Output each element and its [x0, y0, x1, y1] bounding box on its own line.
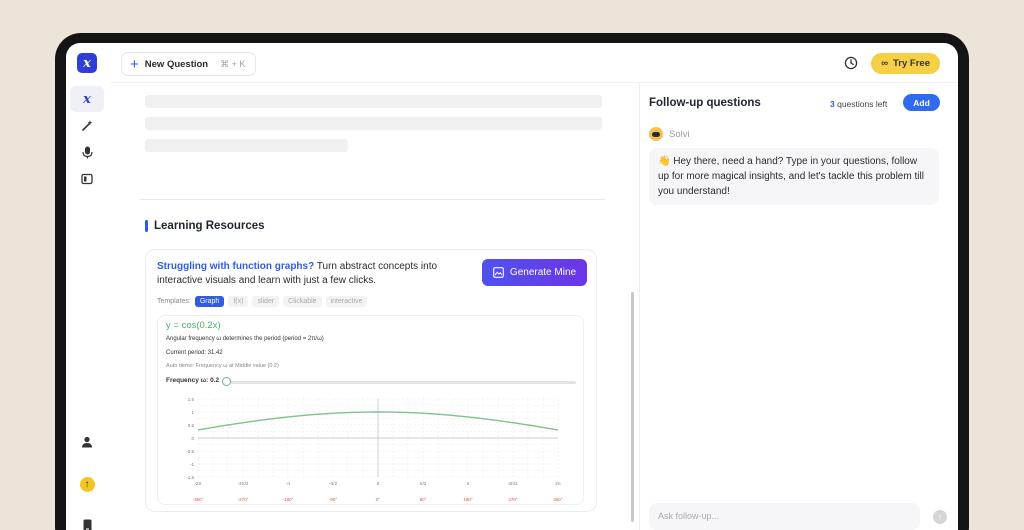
x-tick-label: -π/2	[329, 481, 338, 486]
infinity-icon: ∞	[881, 58, 889, 69]
frequency-slider-handle[interactable]	[222, 377, 231, 386]
try-free-button[interactable]: ∞ Try Free	[871, 53, 940, 74]
questions-left: 3 questions left	[830, 99, 887, 109]
x-degree-label: -360°	[193, 497, 204, 502]
scrollbar[interactable]	[631, 292, 634, 522]
templates-label: Templates:	[157, 298, 191, 305]
x-degree-label: 360°	[553, 497, 563, 502]
x-degree-label: -90°	[329, 497, 338, 502]
y-tick-label: 1.5	[188, 397, 195, 402]
main-content: Learning Resources Struggling with funct…	[110, 83, 638, 530]
assistant-message: 👋 Hey there, need a hand? Type in your q…	[649, 148, 939, 205]
x-tick-label: -2π	[194, 481, 201, 486]
x-tick-label: 2π	[555, 481, 561, 486]
card-description: Struggling with function graphs? Turn ab…	[157, 260, 467, 288]
templates-row: Templates: Graph f(x) slider Clickable inter…	[157, 296, 368, 307]
divider	[140, 199, 605, 200]
template-chip-0[interactable]: Graph	[194, 296, 225, 307]
x-tick-label: π	[466, 481, 469, 486]
assistant-header: Solvi	[649, 127, 690, 141]
top-bar: + New Question ⌘ + K ∞ Try Free	[110, 43, 958, 83]
y-tick-label: 0.5	[188, 423, 195, 428]
section-title: Learning Resources	[145, 220, 265, 232]
assistant-avatar	[649, 127, 663, 141]
x-tick-label: 0	[377, 481, 380, 486]
section-accent	[145, 220, 148, 232]
library-icon[interactable]	[70, 166, 104, 192]
auto-demo-note: Auto demo: Frequency ω at Middle value (…	[166, 363, 279, 369]
panel-title: Follow-up questions	[649, 97, 761, 109]
demo-description: Angular frequency ω determines the perio…	[166, 336, 324, 342]
new-question-button[interactable]: + New Question ⌘ + K	[121, 52, 257, 76]
generate-mine-button[interactable]: Generate Mine	[482, 259, 587, 286]
mobile-app-icon[interactable]	[70, 512, 104, 530]
generate-mine-label: Generate Mine	[509, 267, 577, 278]
microphone-icon[interactable]	[70, 139, 104, 165]
y-tick-label: 1	[191, 410, 194, 415]
sidebar: x x ↑	[66, 43, 110, 530]
app-logo[interactable]: x	[77, 53, 97, 73]
current-period: Current period: 31.42	[166, 350, 223, 356]
shortcut-hint: ⌘ + K	[220, 58, 246, 69]
y-tick-label: 0	[191, 436, 194, 441]
y-tick-label: -0.5	[186, 449, 194, 454]
skeleton-line	[145, 95, 602, 108]
y-tick-label: -1.5	[186, 475, 194, 480]
frequency-slider[interactable]	[223, 381, 576, 384]
x-degree-label: 270°	[508, 497, 518, 502]
upgrade-button[interactable]: ↑	[70, 471, 104, 497]
card-highlight: Struggling with function graphs?	[157, 261, 315, 272]
function-graph-demo: y = cos(0.2x) Angular frequency ω determ…	[157, 315, 584, 505]
magic-wand-icon[interactable]	[70, 112, 104, 138]
y-tick-label: -1	[190, 462, 194, 467]
user-icon[interactable]	[70, 429, 104, 455]
x-degree-label: -180°	[283, 497, 294, 502]
x-tick-label: π/2	[420, 481, 427, 486]
image-icon	[493, 267, 504, 278]
arrow-up-icon: ↑	[79, 476, 95, 492]
add-questions-button[interactable]: Add	[903, 94, 940, 111]
plus-icon: +	[130, 55, 139, 73]
frequency-label: Frequency ω: 0.2	[166, 377, 220, 384]
template-chip-4[interactable]: interactive	[325, 296, 368, 307]
function-title: y = cos(0.2x)	[166, 320, 221, 331]
assistant-name: Solvi	[669, 128, 690, 140]
template-chip-2[interactable]: slider	[252, 296, 280, 307]
x-degree-label: 180°	[463, 497, 473, 502]
section-title-text: Learning Resources	[154, 220, 265, 232]
learning-resource-card: Struggling with function graphs? Turn ab…	[145, 249, 597, 512]
new-question-label: New Question	[144, 58, 209, 70]
skeleton-line	[145, 139, 348, 152]
template-chip-1[interactable]: f(x)	[228, 296, 249, 307]
follow-up-input[interactable]: Ask follow-up...	[649, 503, 920, 530]
try-free-label: Try Free	[893, 58, 930, 69]
x-tick-label: -π	[286, 481, 291, 486]
follow-up-panel: Follow-up questions 3 questions left Add…	[640, 83, 958, 530]
history-icon[interactable]	[844, 56, 858, 70]
x-tick-label: -3π/2	[238, 481, 249, 486]
template-chip-3[interactable]: Clickable	[283, 296, 322, 307]
skeleton-line	[145, 117, 602, 130]
x-degree-label: 0°	[376, 497, 381, 502]
sidebar-item-solver[interactable]: x	[70, 86, 104, 112]
x-tick-label: 3π/2	[508, 481, 518, 486]
questions-left-text: questions left	[834, 99, 888, 109]
app-screen: x x ↑ + New Question ⌘ + K ∞ Try Free Le…	[66, 43, 958, 530]
cosine-graph: 1.5 1 0.5 0 -0.5 -1 -1.5-2π -360° -3π/2 -270° -π -1…	[186, 397, 563, 502]
x-degree-label: 90°	[420, 497, 427, 502]
x-degree-label: -270°	[238, 497, 249, 502]
send-button[interactable]: ↑	[933, 510, 947, 524]
